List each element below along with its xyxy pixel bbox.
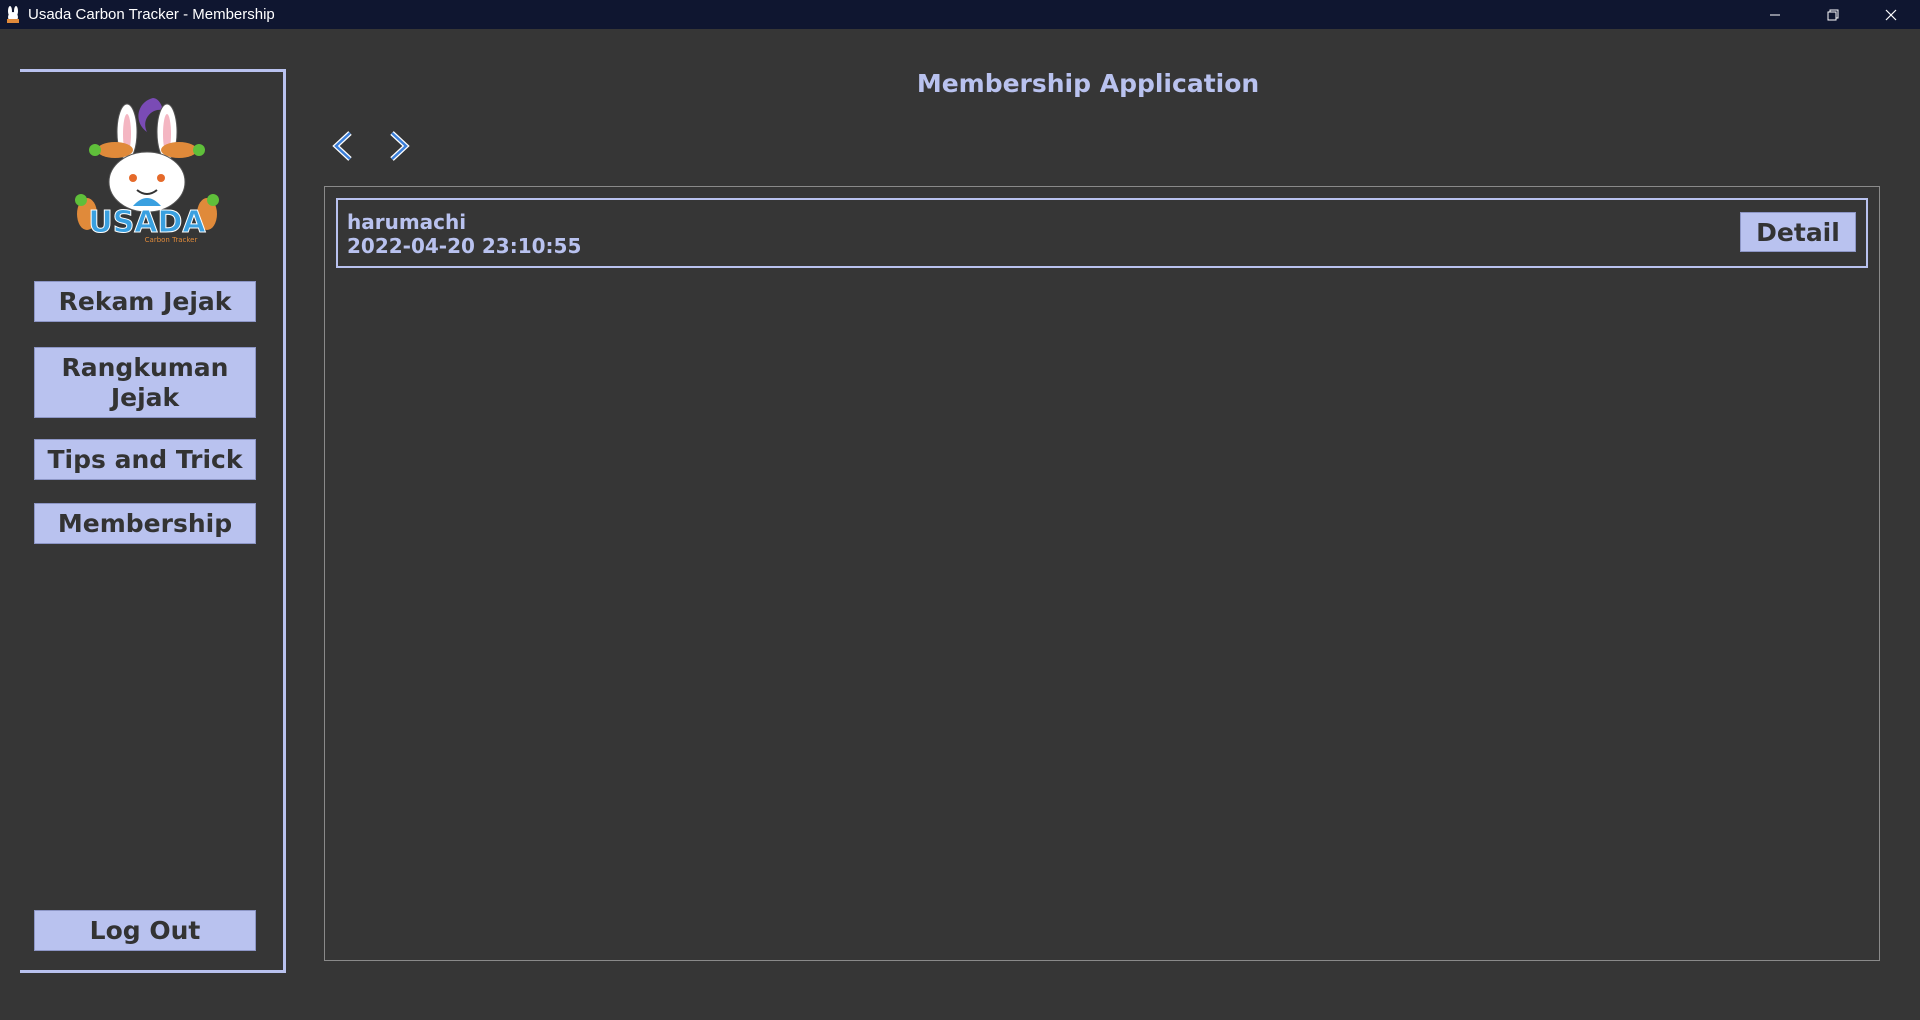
sidebar: USADA Carbon Tracker Rekam Jejak Rangkum… [20, 69, 286, 973]
sidebar-item-rangkuman-jejak[interactable]: Rangkuman Jejak [34, 347, 256, 418]
sidebar-item-tips-and-trick[interactable]: Tips and Trick [34, 439, 256, 480]
minimize-button[interactable] [1746, 0, 1804, 29]
detail-button[interactable]: Detail [1740, 212, 1856, 252]
sidebar-item-membership[interactable]: Membership [34, 503, 256, 544]
svg-text:Carbon Tracker: Carbon Tracker [145, 236, 198, 244]
page-title: Membership Application [916, 69, 1260, 98]
chevron-left-icon[interactable] [326, 128, 362, 164]
window-controls [1746, 0, 1920, 29]
restore-button[interactable] [1804, 0, 1862, 29]
applications-list: harumachi 2022-04-20 23:10:55 Detail [324, 186, 1880, 961]
usada-logo: USADA Carbon Tracker [75, 98, 219, 244]
window-title: Usada Carbon Tracker - Membership [28, 6, 275, 23]
sidebar-item-rekam-jejak[interactable]: Rekam Jejak [34, 281, 256, 322]
list-item: harumachi 2022-04-20 23:10:55 Detail [336, 198, 1868, 268]
applicant-username: harumachi [347, 210, 467, 234]
minimize-icon [1770, 14, 1780, 15]
logout-button[interactable]: Log Out [34, 910, 256, 951]
application-timestamp: 2022-04-20 23:10:55 [347, 234, 582, 258]
app-icon [7, 5, 19, 23]
close-button[interactable] [1862, 0, 1920, 29]
window-titlebar: Usada Carbon Tracker - Membership [0, 0, 1920, 29]
svg-text:USADA: USADA [88, 205, 206, 240]
chevron-right-icon[interactable] [380, 128, 416, 164]
restore-icon [1827, 9, 1839, 20]
close-icon [1885, 9, 1897, 20]
